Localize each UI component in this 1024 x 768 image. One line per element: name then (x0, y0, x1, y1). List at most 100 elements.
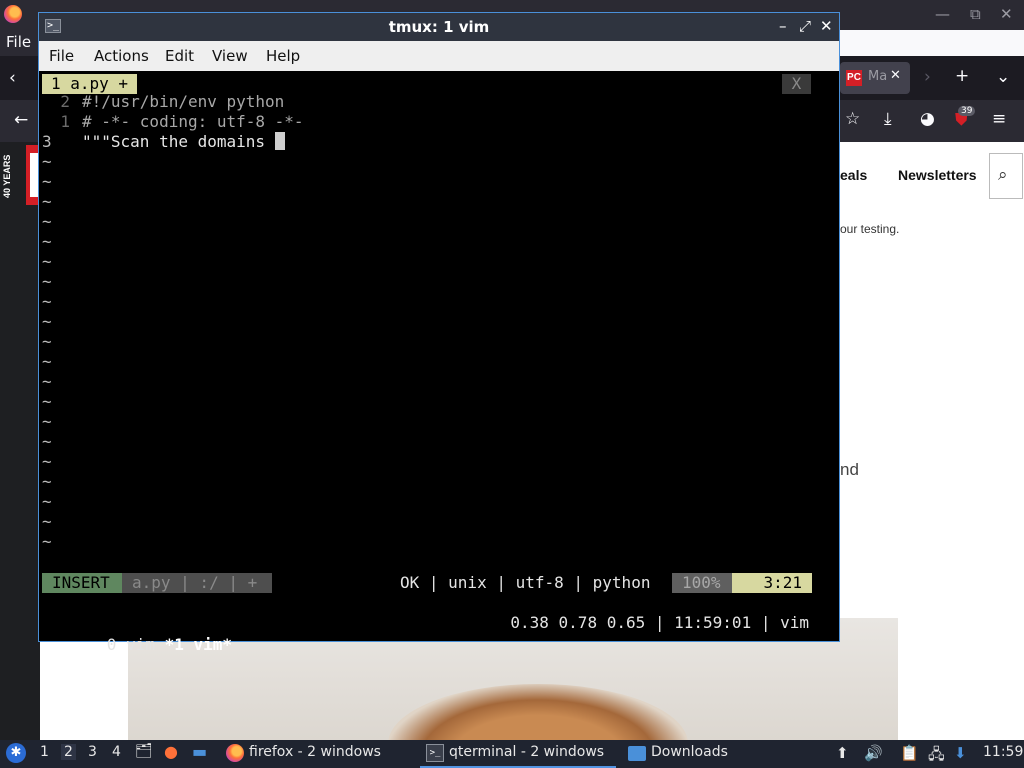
vim-statusline: INSERT a.py | :/ | + OK | unix | utf-8 |… (42, 573, 814, 593)
empty-line-tilde: ~ (42, 332, 52, 351)
desktop-icon[interactable]: ▬ (192, 742, 207, 761)
maximize-icon[interactable]: ⤢ (799, 17, 811, 35)
search-icon: ⌕ (998, 165, 1008, 185)
menu-actions[interactable]: Actions (94, 47, 149, 65)
empty-line-tilde: ~ (42, 472, 52, 491)
years-badge: 40 YEARS (2, 154, 12, 198)
tray-arrow-icon[interactable]: ⬆ (836, 744, 849, 762)
tmux-window-1[interactable]: *1 vim* (165, 635, 232, 654)
start-menu-icon[interactable]: ✱ (6, 743, 26, 763)
taskbar: ✱ 1 2 3 4 🗂 ● ▬ firefox - 2 windows >_ q… (0, 740, 1024, 768)
bookmark-star-icon[interactable]: ☆ (845, 109, 860, 129)
empty-line-tilde: ~ (42, 212, 52, 231)
empty-line-tilde: ~ (42, 412, 52, 431)
tab-close-icon[interactable]: ✕ (890, 68, 901, 83)
workspace-4[interactable]: 4 (112, 744, 121, 760)
clock[interactable]: 11:59 (983, 744, 1023, 760)
qterminal-window: >_ tmux: 1 vim – ⤢ ✕ File Actions Edit V… (38, 12, 840, 654)
terminal-titlebar[interactable]: >_ tmux: 1 vim – ⤢ ✕ (39, 13, 839, 41)
menu-view[interactable]: View (212, 47, 248, 65)
extension-icon[interactable]: ◕ (920, 109, 935, 129)
close-icon[interactable]: ✕ (820, 17, 833, 35)
nav-deals-link[interactable]: eals (840, 167, 867, 183)
line-number: 2 (60, 92, 70, 111)
vim-editor[interactable]: 1 a.py + X 2 #!/usr/bin/env python 1 # -*-… (39, 71, 839, 654)
menu-file[interactable]: File (49, 47, 74, 65)
hamburger-menu-icon[interactable]: ≡ (992, 109, 1006, 129)
task-label: Downloads (651, 744, 728, 760)
nav-newsletters-link[interactable]: Newsletters (898, 167, 977, 183)
network-icon[interactable]: 🖧 (928, 744, 945, 768)
empty-line-tilde: ~ (42, 432, 52, 451)
update-notifier-icon[interactable]: ⬇ (954, 744, 967, 762)
clipboard-icon[interactable]: 📋 (900, 744, 919, 762)
line-number: 1 (60, 112, 70, 131)
file-manager-icon[interactable]: 🗂 (135, 743, 153, 759)
workspace-1[interactable]: 1 (40, 744, 49, 760)
empty-line-tilde: ~ (42, 232, 52, 251)
empty-line-tilde: ~ (42, 292, 52, 311)
tab-label: Ma (868, 69, 888, 84)
webpage-sidebar (0, 142, 40, 740)
empty-line-tilde: ~ (42, 512, 52, 531)
site-search-button[interactable]: ⌕ (989, 153, 1023, 199)
empty-line-tilde: ~ (42, 192, 52, 211)
firefox-menubar: File (0, 30, 40, 56)
vim-cursor-position: 3:21 (732, 573, 812, 593)
volume-icon[interactable]: 🔊 (864, 744, 883, 762)
menu-edit[interactable]: Edit (165, 47, 194, 65)
task-qterminal[interactable]: >_ qterminal - 2 windows (420, 740, 616, 768)
minimize-icon[interactable]: – (779, 17, 787, 35)
empty-line-tilde: ~ (42, 352, 52, 371)
tab-pcmag[interactable]: PC Ma ✕ (840, 62, 910, 94)
text-cursor (274, 132, 285, 150)
pcmag-logo: PC (846, 70, 862, 86)
close-icon[interactable]: ✕ (1000, 5, 1013, 23)
firefox-icon (4, 5, 22, 23)
vim-mode: INSERT (42, 573, 122, 593)
task-downloads[interactable]: Downloads (622, 740, 752, 768)
workspace-2[interactable]: 2 (61, 744, 76, 760)
menu-file[interactable]: File (6, 33, 31, 51)
empty-line-tilde: ~ (42, 272, 52, 291)
back-icon[interactable]: ← (14, 110, 28, 130)
folder-icon (628, 746, 646, 761)
tab-scroll-right-icon[interactable]: › (924, 67, 931, 87)
empty-line-tilde: ~ (42, 452, 52, 471)
terminal-menubar: File Actions Edit View Help (39, 41, 839, 71)
task-firefox[interactable]: firefox - 2 windows (222, 740, 418, 768)
tmux-statusbar: 0 vim *1 vim* 0.38 0.78 0.65 | 11:59:01 … (49, 612, 809, 654)
task-label: qterminal - 2 windows (449, 744, 605, 760)
code-line-current: 3 """Scan the domains (42, 132, 285, 152)
empty-line-tilde: ~ (42, 492, 52, 511)
vim-buffer-tab[interactable]: 1 a.py + (42, 74, 138, 94)
empty-line-tilde: ~ (42, 532, 52, 551)
line-text: """Scan the domains (82, 132, 275, 151)
firefox-launcher-icon[interactable]: ● (164, 742, 178, 761)
vim-percent: 100% (672, 573, 732, 593)
empty-line-tilde: ~ (42, 372, 52, 391)
terminal-icon: >_ (426, 744, 444, 762)
maximize-icon[interactable]: ⧉ (970, 5, 981, 23)
empty-line-tilde: ~ (42, 392, 52, 411)
code-line: 2 #!/usr/bin/env python (42, 92, 284, 112)
line-text: # -*- coding: utf-8 -*- (82, 112, 304, 131)
vim-encoding-info: OK | unix | utf-8 | python (400, 573, 651, 592)
empty-line-tilde: ~ (42, 152, 52, 171)
downloads-icon[interactable]: ⤓ (884, 109, 892, 129)
workspace-3[interactable]: 3 (88, 744, 97, 760)
new-tab-icon[interactable]: + (955, 66, 969, 86)
menu-help[interactable]: Help (266, 47, 300, 65)
minimize-icon[interactable]: — (935, 5, 950, 23)
tab-list-chevron-icon[interactable]: ⌄ (996, 67, 1010, 87)
page-heading-fragment: nd (840, 460, 859, 479)
line-number: 3 (42, 132, 52, 151)
tab-scroll-left-icon[interactable]: ‹ (9, 68, 16, 88)
vim-buffer-close[interactable]: X (782, 74, 811, 94)
empty-line-tilde: ~ (42, 172, 52, 191)
window-title: tmux: 1 vim (388, 18, 490, 36)
empty-line-tilde: ~ (42, 312, 52, 331)
vim-file-info: a.py | :/ | + (122, 573, 272, 593)
firefox-icon (226, 744, 244, 762)
tmux-window-0[interactable]: 0 vim (107, 635, 155, 654)
